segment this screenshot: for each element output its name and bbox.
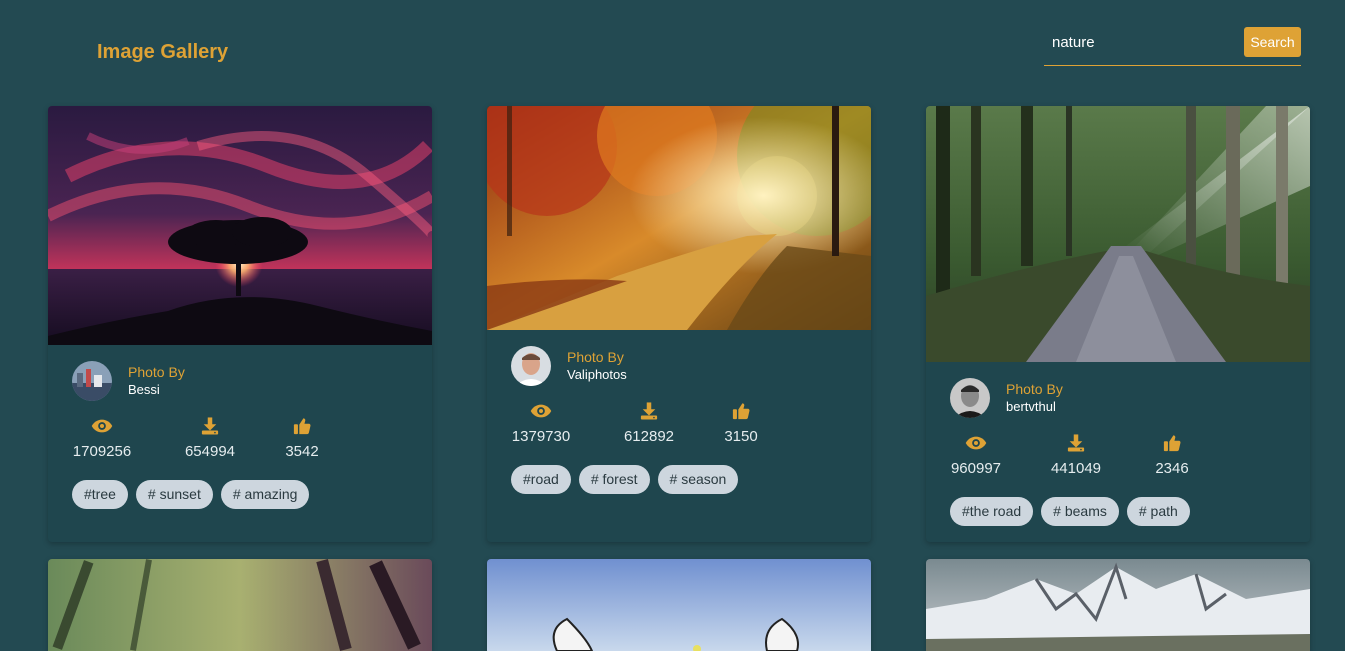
views-stat: 1379730 <box>511 402 571 445</box>
tag-chip[interactable]: # path <box>1126 497 1190 526</box>
views-count: 1709256 <box>72 443 132 460</box>
author-info: Photo By Bessi <box>128 364 185 398</box>
downloads-stat: 612892 <box>619 402 679 445</box>
tag-chip[interactable]: #the road <box>950 497 1034 526</box>
card-body: Photo By bertvthul 960997 441049 2346 #t… <box>926 362 1310 526</box>
author-info: Photo By bertvthul <box>1006 381 1063 415</box>
avatar <box>72 361 112 401</box>
image-card: Photo By Bessi 1709256 654994 3542 #tree… <box>48 106 432 542</box>
tag-chip[interactable]: # sunset <box>135 480 213 509</box>
views-count: 1379730 <box>511 428 571 445</box>
author-row: Photo By Valiphotos <box>511 346 847 386</box>
stats-row: 960997 441049 2346 <box>950 434 1286 477</box>
image-card: Photo By bertvthul 960997 441049 2346 #t… <box>926 106 1310 542</box>
tag-chip[interactable]: # forest <box>578 465 650 494</box>
likes-count: 3150 <box>724 428 758 445</box>
tag-chip[interactable]: # amazing <box>220 480 310 509</box>
search-form: Search <box>1044 27 1301 66</box>
eye-icon <box>530 402 552 420</box>
card-image[interactable] <box>487 559 871 651</box>
tag-chip[interactable]: #road <box>511 465 571 494</box>
author-row: Photo By Bessi <box>72 361 408 401</box>
tag-list: #the road # beams # path <box>950 497 1286 526</box>
tag-chip[interactable]: # season <box>657 465 739 494</box>
downloads-count: 441049 <box>1050 460 1102 477</box>
image-card: Photo By Valiphotos 1379730 612892 3150 … <box>487 106 871 542</box>
card-image[interactable] <box>48 106 432 345</box>
photo-by-label: Photo By <box>128 364 185 380</box>
downloads-stat: 441049 <box>1050 434 1102 477</box>
image-card <box>926 559 1310 651</box>
avatar <box>511 346 551 386</box>
likes-stat: 3150 <box>723 402 759 445</box>
stats-row: 1379730 612892 3150 <box>511 402 847 445</box>
search-input[interactable] <box>1044 27 1234 57</box>
card-image[interactable] <box>487 106 871 330</box>
download-icon <box>1065 434 1087 452</box>
eye-icon <box>91 417 113 435</box>
likes-stat: 2346 <box>1154 434 1190 477</box>
author-name[interactable]: Valiphotos <box>567 366 627 383</box>
downloads-count: 612892 <box>623 428 675 445</box>
card-body: Photo By Bessi 1709256 654994 3542 #tree… <box>48 345 432 509</box>
author-info: Photo By Valiphotos <box>567 349 627 383</box>
tag-list: #tree # sunset # amazing <box>72 480 408 509</box>
search-button[interactable]: Search <box>1244 27 1301 57</box>
downloads-stat: 654994 <box>180 417 240 460</box>
author-name[interactable]: Bessi <box>128 381 185 398</box>
download-icon <box>638 402 660 420</box>
avatar <box>950 378 990 418</box>
eye-icon <box>965 434 987 452</box>
image-card <box>487 559 871 651</box>
download-icon <box>199 417 221 435</box>
views-stat: 1709256 <box>72 417 132 460</box>
tag-list: #road # forest # season <box>511 465 847 494</box>
downloads-count: 654994 <box>184 443 236 460</box>
card-image[interactable] <box>926 559 1310 651</box>
tag-chip[interactable]: # beams <box>1041 497 1119 526</box>
thumbs-up-icon <box>291 417 313 435</box>
thumbs-up-icon <box>1161 434 1183 452</box>
author-row: Photo By bertvthul <box>950 378 1286 418</box>
image-card <box>48 559 432 651</box>
likes-count: 2346 <box>1155 460 1189 477</box>
author-name[interactable]: bertvthul <box>1006 398 1063 415</box>
card-image[interactable] <box>926 106 1310 362</box>
views-count: 960997 <box>950 460 1002 477</box>
photo-by-label: Photo By <box>1006 381 1063 397</box>
card-body: Photo By Valiphotos 1379730 612892 3150 … <box>487 330 871 494</box>
photo-by-label: Photo By <box>567 349 624 365</box>
app-title: Image Gallery <box>97 41 229 63</box>
thumbs-up-icon <box>730 402 752 420</box>
card-image[interactable] <box>48 559 432 651</box>
likes-stat: 3542 <box>284 417 320 460</box>
stats-row: 1709256 654994 3542 <box>72 417 408 460</box>
tag-chip[interactable]: #tree <box>72 480 128 509</box>
views-stat: 960997 <box>950 434 1002 477</box>
likes-count: 3542 <box>285 443 319 460</box>
